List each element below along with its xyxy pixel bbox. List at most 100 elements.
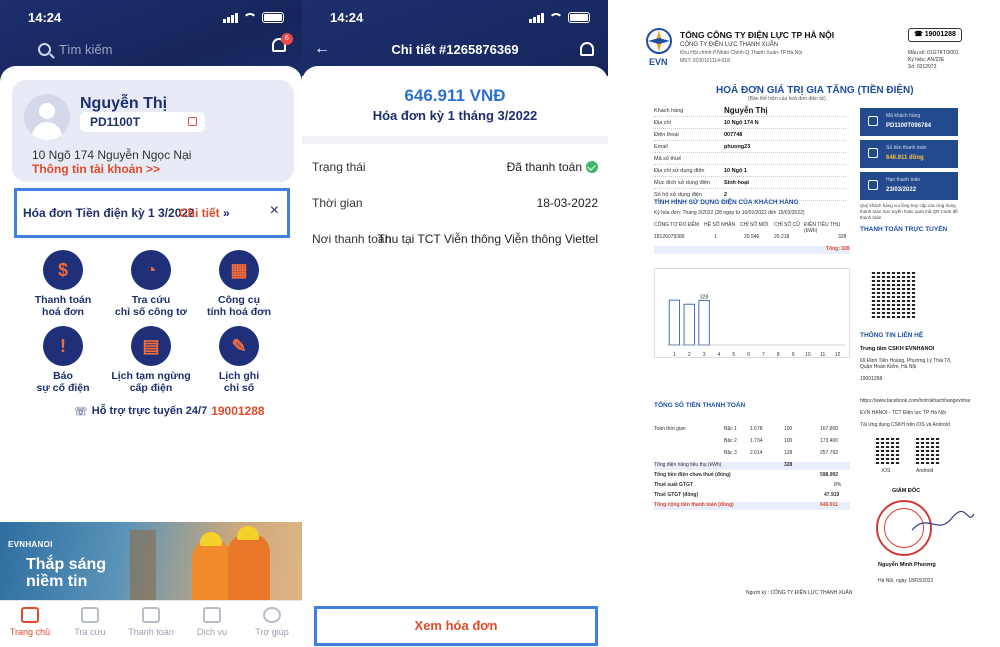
usage-row: 18126079389 1 20.546 20.218 328 [654,234,847,240]
service-grid: $ Thanh toán hoá đơn ◔ Tra cứu chỉ số công… [18,250,284,400]
screenshot-collage: 14:24 Tìm kiếm 6 Nguyễn Thị PD1100T 10 N… [0,0,1000,647]
seller-line: Người ký : CÔNG TY ĐIỆN LỰC THANH XUÂN [746,590,853,596]
row-value: 18-03-2022 [536,196,598,210]
invoice-subtitle: (Bản thể hiện của hoá đơn điện tử) [748,96,826,102]
copy-icon[interactable] [188,117,197,126]
signer-name: Nguyễn Minh Phương [878,562,936,568]
service-label: Tra cứu chỉ số công tơ [114,294,188,318]
chart-tick-label: 8 [777,352,780,358]
contact-address: 69 Đinh Tiên Hoàng, Phường Lý Thái Tổ, Q… [860,358,952,370]
promo-brand: EVNHANOI [8,540,53,549]
customer-code-card: Mã khách hàng PD1100T096784 [860,108,958,136]
tab-home[interactable]: Trang chủ [0,607,60,637]
tab-help[interactable]: Trợ giúp [242,607,302,637]
headset-icon[interactable] [580,42,594,56]
id-card-icon [868,116,878,126]
service-bill-calculator[interactable]: ▦ Công cụ tính hoá đơn [194,250,284,318]
service-reading-schedule[interactable]: ✎ Lịch ghi chỉ số [194,326,284,394]
service-report-incident[interactable]: ! Báo sự cố điện [18,326,108,394]
bottom-tab-bar: Trang chủ Tra cứu Thanh toán Dịch vụ Trợ… [0,600,302,647]
tab-lookup[interactable]: Tra cứu [60,607,120,637]
status-icons [529,12,590,23]
director-title: GIÁM ĐỐC [892,488,921,494]
chart-tick-label: 9 [792,352,795,358]
field-row: Email phuong23 [654,144,846,153]
plug-icon [203,607,221,623]
home-screen: 14:24 Tìm kiếm 6 Nguyễn Thị PD1100T 10 N… [0,0,302,647]
bill-detail-link[interactable]: Chi tiết » [179,206,230,220]
chart-tick-label: 5 [732,352,735,358]
section-divider [302,136,608,144]
worker-image [192,540,232,600]
hotline[interactable]: ☏ Hỗ trợ trực tuyến 24/7 19001288 [74,404,265,418]
status-bar: 14:24 [0,10,302,26]
hotline-number: 19001288 [211,404,265,418]
total-row: Thuế suất GTGT 8% [654,482,842,488]
status-time: 14:24 [28,10,62,25]
ios-qr-code [874,438,900,464]
battery-icon [568,12,590,23]
invoice-title: HOÁ ĐƠN GIÁ TRỊ GIA TĂNG (TIỀN ĐIỆN) [716,85,914,96]
notification-bell-icon[interactable]: 6 [270,33,293,56]
wifi-icon [243,12,257,23]
close-icon[interactable]: × [270,202,279,220]
contact-app: Tải ứng dụng CSKH trên iOS và Android [860,422,950,428]
contact-org: EVN HANOI - TCT Điện lực TP Hà Nội [860,410,946,416]
chart-bar [683,303,695,346]
field-row: Điện thoại 007748 [654,132,846,141]
pay-row: Bậc 3 2.014 128 257.792 [724,450,839,456]
chart-data-label: 328 [700,294,709,300]
search-input[interactable]: Tìm kiếm [38,38,258,60]
edit-calendar-icon: ✎ [219,326,259,366]
account-name: Nguyễn Thị [80,95,168,112]
view-invoice-button[interactable]: Xem hóa đơn [314,606,598,646]
service-pay-bill[interactable]: $ Thanh toán hoá đơn [18,250,108,318]
amount-due-card: Số tiền thanh toán 646.911 đồng [860,140,958,168]
service-label: Công cụ tính hoá đơn [206,294,272,318]
detail-row-status: Trạng thái Đã thanh toán [312,160,602,174]
service-outage-schedule[interactable]: ▤ Lịch tạm ngừng cấp điện [106,326,196,394]
payment-qr-code [870,272,916,318]
bill-amount: 646.911 VNĐ [404,86,506,105]
chart-tick-label: 7 [762,352,765,358]
tab-payment[interactable]: Thanh toán [121,607,181,637]
total-row: Thuế GTGT (đồng) 47.919 [654,492,840,498]
issue-place-date: Hà Nội, ngày 18/03/2022 [878,578,934,584]
account-code-text: PD1100T [90,115,141,129]
chart-tick-label: 4 [718,352,721,358]
bill-notice-banner[interactable]: Hóa đơn Tiền điện kỳ 1 3/2022 Chi tiết »… [14,188,290,238]
detail-row-time: Thời gian 18-03-2022 [312,196,602,210]
chart-tick-label: 12 [835,352,841,358]
contact-section-title: THÔNG TIN LIÊN HỆ [860,332,924,339]
chart-tick-label: 6 [747,352,750,358]
due-date-card: Hạn thanh toán 23/03/2022 [860,172,958,200]
home-icon [21,607,39,623]
field-row: Mã số thuế [654,156,846,165]
evn-logo-text: EVN [649,57,668,67]
phone-icon: ☎ [914,31,925,38]
account-code: PD1100T [80,112,205,132]
money-icon [868,148,878,158]
bill-notice-text: Hóa đơn Tiền điện kỳ 1 3/2022 [23,206,195,220]
account-card[interactable]: Nguyễn Thị PD1100T 10 Ngõ 174 Nguyễn Ngọ… [12,80,294,182]
detail-header: 14:24 ← Chi tiết #1265876369 [302,0,608,76]
chart-tick-label: 1 [673,352,676,358]
signal-icon [529,12,544,23]
row-label: Thời gian [312,196,363,210]
field-row: Khách hàng Nguyễn Thị [654,106,846,117]
account-info-link[interactable]: Thông tin tài khoản >> [32,162,160,176]
invoice-document: EVN TỔNG CÔNG TY ĐIỆN LỰC TP HÀ NỘI CÔNG… [608,0,1000,647]
service-meter-lookup[interactable]: ◔ Tra cứu chỉ số công tơ [106,250,196,318]
calendar-icon: ▤ [131,326,171,366]
field-row: Mục đích sử dụng điện Sinh hoạt [654,180,846,189]
status-bar: 14:24 [302,10,608,26]
evn-logo-icon [646,28,672,54]
helmet-image [200,532,222,546]
tab-services[interactable]: Dịch vụ [182,607,242,637]
helmet-image [237,526,259,540]
detail-row-location: Nơi thanh toán Thu tại TCT Viễn thông Vi… [312,232,602,246]
promo-banner[interactable]: EVNHANOI Thắp sáng niềm tin [0,522,302,600]
service-label: Thanh toán hoá đơn [34,294,92,318]
help-icon [263,607,281,623]
calculator-icon: ▦ [219,250,259,290]
